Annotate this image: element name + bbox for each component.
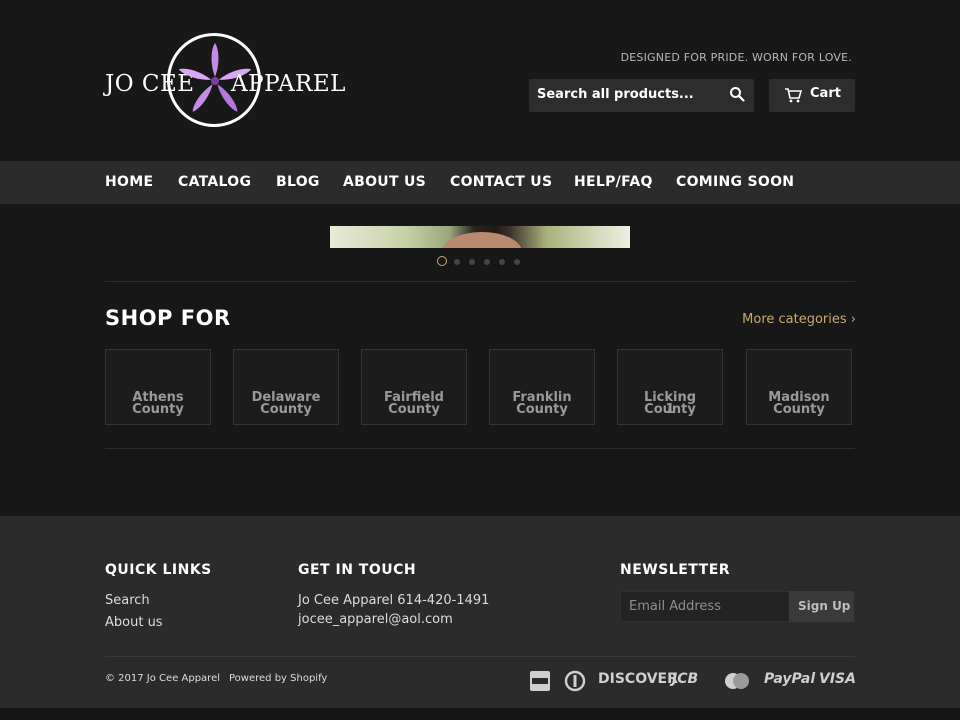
divider bbox=[105, 281, 855, 282]
email-placeholder: Email Address bbox=[629, 599, 721, 614]
category-label-line2: County bbox=[260, 402, 312, 417]
nav-item-home[interactable]: HOME bbox=[105, 174, 153, 190]
nav-item-about-us[interactable]: ABOUT US bbox=[343, 174, 426, 190]
newsletter-email-field[interactable]: Email Address bbox=[620, 591, 789, 622]
shop-for-heading: SHOP FOR bbox=[105, 306, 231, 330]
cart-icon bbox=[785, 88, 802, 103]
search-input[interactable]: Search all products... bbox=[529, 79, 754, 112]
slider-dot-4[interactable] bbox=[484, 259, 490, 265]
main-nav: HOME CATALOG BLOG ABOUT US CONTACT US HE… bbox=[0, 161, 960, 204]
powered-by-link[interactable]: Powered by Shopify bbox=[229, 673, 327, 684]
category-label: Fairfield County bbox=[384, 390, 444, 417]
page-bottom-strip bbox=[0, 708, 960, 720]
cart-button[interactable]: Cart bbox=[769, 79, 855, 112]
contact-phone: Jo Cee Apparel 614-420-1491 bbox=[298, 593, 490, 608]
hero-portrait bbox=[442, 232, 522, 248]
category-label: Franklin County bbox=[512, 390, 572, 417]
nav-item-blog[interactable]: BLOG bbox=[276, 174, 320, 190]
diners-club-icon bbox=[564, 670, 586, 692]
slider-dot-3[interactable] bbox=[469, 259, 475, 265]
more-categories-link[interactable]: More categories › bbox=[742, 312, 856, 327]
slider-dot-5[interactable] bbox=[499, 259, 505, 265]
paypal-icon: PayPal bbox=[764, 671, 816, 687]
category-label-line2: 1 bbox=[665, 402, 675, 417]
category-madison-county[interactable]: Madison County bbox=[746, 349, 852, 425]
jcb-icon: JCB bbox=[672, 671, 699, 687]
brand-name-right: APPAREL bbox=[231, 71, 346, 97]
category-label: Athens County bbox=[132, 390, 184, 417]
search-placeholder: Search all products... bbox=[537, 87, 694, 102]
category-fairfield-county[interactable]: Fairfield County bbox=[361, 349, 467, 425]
nav-item-catalog[interactable]: CATALOG bbox=[178, 174, 251, 190]
tagline: DESIGNED FOR PRIDE. WORN FOR LOVE. bbox=[620, 51, 852, 64]
master-icon bbox=[725, 673, 749, 689]
site-header: JO CEE APPAREL DESIGNED FOR PRIDE. WORN … bbox=[0, 0, 960, 160]
slider-dot-6[interactable] bbox=[514, 259, 520, 265]
newsletter-heading: NEWSLETTER bbox=[620, 562, 731, 578]
american-express-icon bbox=[530, 671, 550, 691]
discover-icon: DISCOVER bbox=[598, 671, 678, 687]
divider bbox=[105, 448, 855, 449]
cart-label: Cart bbox=[810, 86, 841, 101]
category-delaware-county[interactable]: Delaware County bbox=[233, 349, 339, 425]
slider-dot-2[interactable] bbox=[454, 259, 460, 265]
contact-email[interactable]: jocee_apparel@aol.com bbox=[298, 612, 453, 627]
quick-links-heading: QUICK LINKS bbox=[105, 562, 212, 578]
get-in-touch-heading: GET IN TOUCH bbox=[298, 562, 417, 578]
sign-up-button[interactable]: Sign Up bbox=[789, 591, 854, 622]
hero-slide-image[interactable] bbox=[330, 226, 630, 248]
category-label-line2: County bbox=[773, 402, 825, 417]
slider-dot-1[interactable] bbox=[437, 256, 447, 266]
category-athens-county[interactable]: Athens County bbox=[105, 349, 211, 425]
brand-logo[interactable]: JO CEE APPAREL bbox=[105, 33, 345, 128]
copyright: © 2017 Jo Cee Apparel bbox=[105, 673, 221, 684]
visa-icon: VISA bbox=[819, 671, 856, 687]
category-licking-county-1[interactable]: Licking County 1 bbox=[617, 349, 723, 425]
footer-link-about-us[interactable]: About us bbox=[105, 615, 163, 630]
nav-item-contact-us[interactable]: CONTACT US bbox=[450, 174, 552, 190]
nav-item-help-faq[interactable]: HELP/FAQ bbox=[574, 174, 653, 190]
category-franklin-county[interactable]: Franklin County bbox=[489, 349, 595, 425]
footer-divider bbox=[105, 656, 855, 657]
search-icon[interactable] bbox=[729, 86, 745, 102]
sign-up-label: Sign Up bbox=[798, 599, 851, 613]
site-footer: QUICK LINKS Search About us GET IN TOUCH… bbox=[0, 516, 960, 708]
nav-item-coming-soon[interactable]: COMING SOON bbox=[676, 174, 794, 190]
footer-link-search[interactable]: Search bbox=[105, 593, 150, 608]
